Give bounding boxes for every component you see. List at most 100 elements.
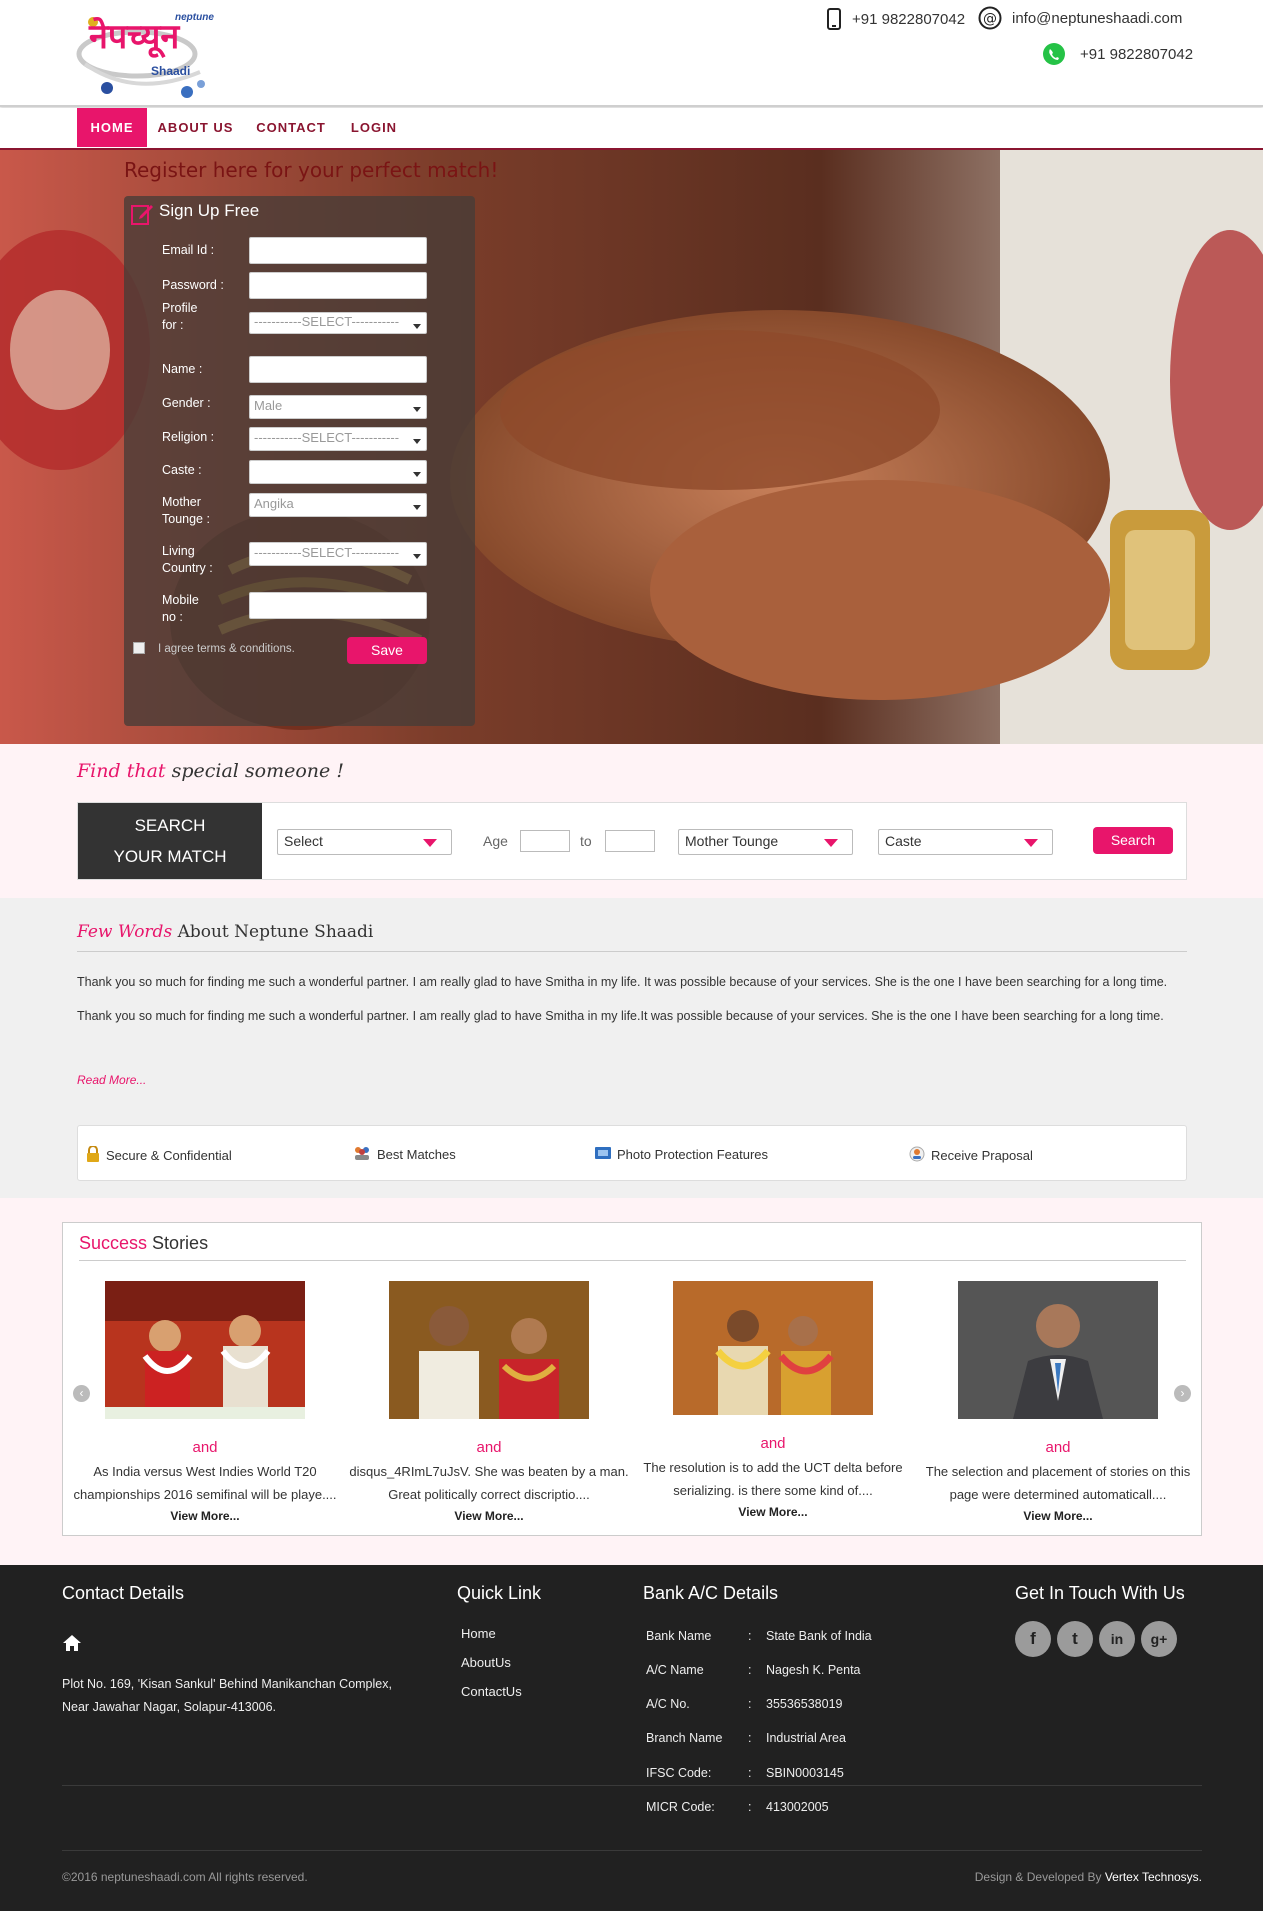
feature-best-matches: Best Matches [353,1146,456,1163]
story-excerpt: As India versus West Indies World T20 ch… [73,1464,337,1502]
password-input[interactable] [249,272,427,299]
living-country-label-line2: Country : [162,561,213,575]
caret-down-icon [824,839,838,847]
credit-text: Design & Developed By Vertex Technosys. [975,1870,1202,1884]
mobile-label-line2: no : [162,610,183,624]
profile-for-label-line2: for : [162,318,184,332]
save-button[interactable]: Save [347,637,427,664]
signup-heading: Sign Up Free [159,201,260,220]
mobile-label: Mobile no : [162,592,199,626]
religion-select[interactable]: -----------SELECT----------- [249,427,427,451]
view-more-link[interactable]: View More... [65,1509,345,1523]
story-couple-names: and [476,1439,502,1456]
bank-row: IFSC Code:: SBIN0003145 [646,1766,844,1780]
googleplus-icon[interactable]: g+ [1141,1621,1177,1657]
view-more-link[interactable]: View More... [633,1505,913,1519]
bank-value: SBIN0003145 [766,1766,844,1780]
nav-home[interactable]: HOME [77,108,147,147]
bank-value: State Bank of India [766,1629,872,1643]
bank-key: Branch Name [646,1731,723,1745]
whatsapp-number[interactable]: +91 9822807042 [1080,46,1193,63]
bank-row: A/C No.:35536538019 [646,1697,842,1711]
living-country-select[interactable]: -----------SELECT----------- [249,542,427,566]
view-more-link[interactable]: View More... [349,1509,629,1523]
site-logo[interactable]: नेपच्यून neptune Shaadi [75,4,230,102]
feature-best-matches-label: Best Matches [377,1147,456,1162]
nav-about-us[interactable]: ABOUT US [157,108,234,147]
bank-sep: : [748,1800,752,1814]
phone-contact: +91 9822807042 [826,8,965,30]
footer-link-contactus[interactable]: ContactUs [461,1684,522,1699]
footer-link-home[interactable]: Home [461,1626,496,1641]
read-more-link[interactable]: Read More... [77,1073,146,1087]
story-photo[interactable] [673,1281,873,1415]
view-more-link[interactable]: View More... [918,1509,1198,1523]
caste-select[interactable] [249,460,427,484]
bank-row: Branch Name: Industrial Area [646,1731,846,1745]
lock-icon [86,1145,100,1165]
mother-tongue-label-line1: Mother [162,495,201,509]
footer-link-aboutus[interactable]: AboutUs [461,1655,511,1670]
bank-sep: : [748,1663,752,1677]
facebook-icon[interactable]: f [1015,1621,1051,1657]
about-paragraph: Thank you so much for finding me such a … [77,975,1168,1023]
contact-details-heading: Contact Details [62,1583,185,1603]
mother-tongue-select[interactable]: Angika [249,493,427,517]
about-heading: Few Words About Neptune Shaadi [77,922,373,942]
hero-title: Register here for your perfect match! [124,158,499,182]
caste-search-select[interactable]: Caste [878,829,1053,855]
terms-checkbox[interactable] [133,642,145,654]
search-box-title-line1: SEARCH [134,816,206,835]
gender-select[interactable]: Male [249,395,427,419]
age-label: Age [483,833,508,849]
bank-sep: : [748,1629,752,1643]
about-heading-rest: About Neptune Shaadi [177,922,374,942]
age-to-input[interactable] [605,830,655,852]
nav-login[interactable]: LOGIN [346,108,402,147]
profile-for-select[interactable]: -----------SELECT----------- [249,312,427,334]
story-couple-names: and [192,1439,218,1456]
story-couple-names: and [760,1435,786,1452]
story-card: and As India versus West Indies World T2… [65,1281,345,1523]
email-address[interactable]: info@neptuneshaadi.com [1012,10,1182,27]
twitter-icon[interactable]: t [1057,1621,1093,1657]
mobile-input[interactable] [249,592,427,619]
caste-label: Caste : [162,463,202,477]
bank-key: MICR Code: [646,1800,715,1814]
linkedin-icon[interactable]: in [1099,1621,1135,1657]
search-button[interactable]: Search [1093,827,1173,854]
age-from-input[interactable] [520,830,570,852]
users-icon [353,1146,371,1163]
feature-photo-protection: Photo Protection Features [595,1146,768,1163]
feature-receive-proposal-label: Receive Praposal [931,1148,1033,1163]
story-photo[interactable] [958,1281,1158,1419]
profile-select[interactable]: Select [277,829,452,855]
religion-label: Religion : [162,430,215,444]
story-excerpt: disqus_4RImL7uJsV. She was beaten by a m… [349,1464,629,1502]
story-photo[interactable] [105,1281,305,1419]
story-photo[interactable] [389,1281,589,1419]
logo-brand: neptune [175,12,214,23]
credit-company-link[interactable]: Vertex Technosys. [1105,1870,1202,1884]
logo-wordmark: नेपच्यून [89,17,180,57]
feature-secure: Secure & Confidential [86,1145,232,1165]
main-nav: HOME ABOUT US CONTACT LOGIN [0,108,1263,150]
phone-number[interactable]: +91 9822807042 [852,11,965,28]
feature-photo-protection-label: Photo Protection Features [617,1147,769,1162]
footer-divider [62,1785,1202,1786]
nav-contact[interactable]: CONTACT [252,108,330,147]
stories-heading-highlight: Success [79,1233,148,1253]
bank-row: A/C Name: Nagesh K. Penta [646,1663,861,1677]
email-input[interactable] [249,237,427,264]
stories-heading: Success Stories [79,1233,208,1254]
mother-tongue-search-select[interactable]: Mother Tounge [678,829,853,855]
bank-key: A/C No. [646,1697,690,1711]
bank-sep: : [748,1766,752,1780]
name-input[interactable] [249,356,427,383]
search-bar: SEARCH YOUR MATCH Select Age to Mother T… [77,802,1187,880]
living-country-label-line1: Living [162,544,195,558]
search-section: Find that special someone ! SEARCH YOUR … [0,744,1263,898]
caret-down-icon [423,839,437,847]
hero-banner: Register here for your perfect match! Si… [0,150,1263,744]
at-icon: @ [978,6,1002,30]
